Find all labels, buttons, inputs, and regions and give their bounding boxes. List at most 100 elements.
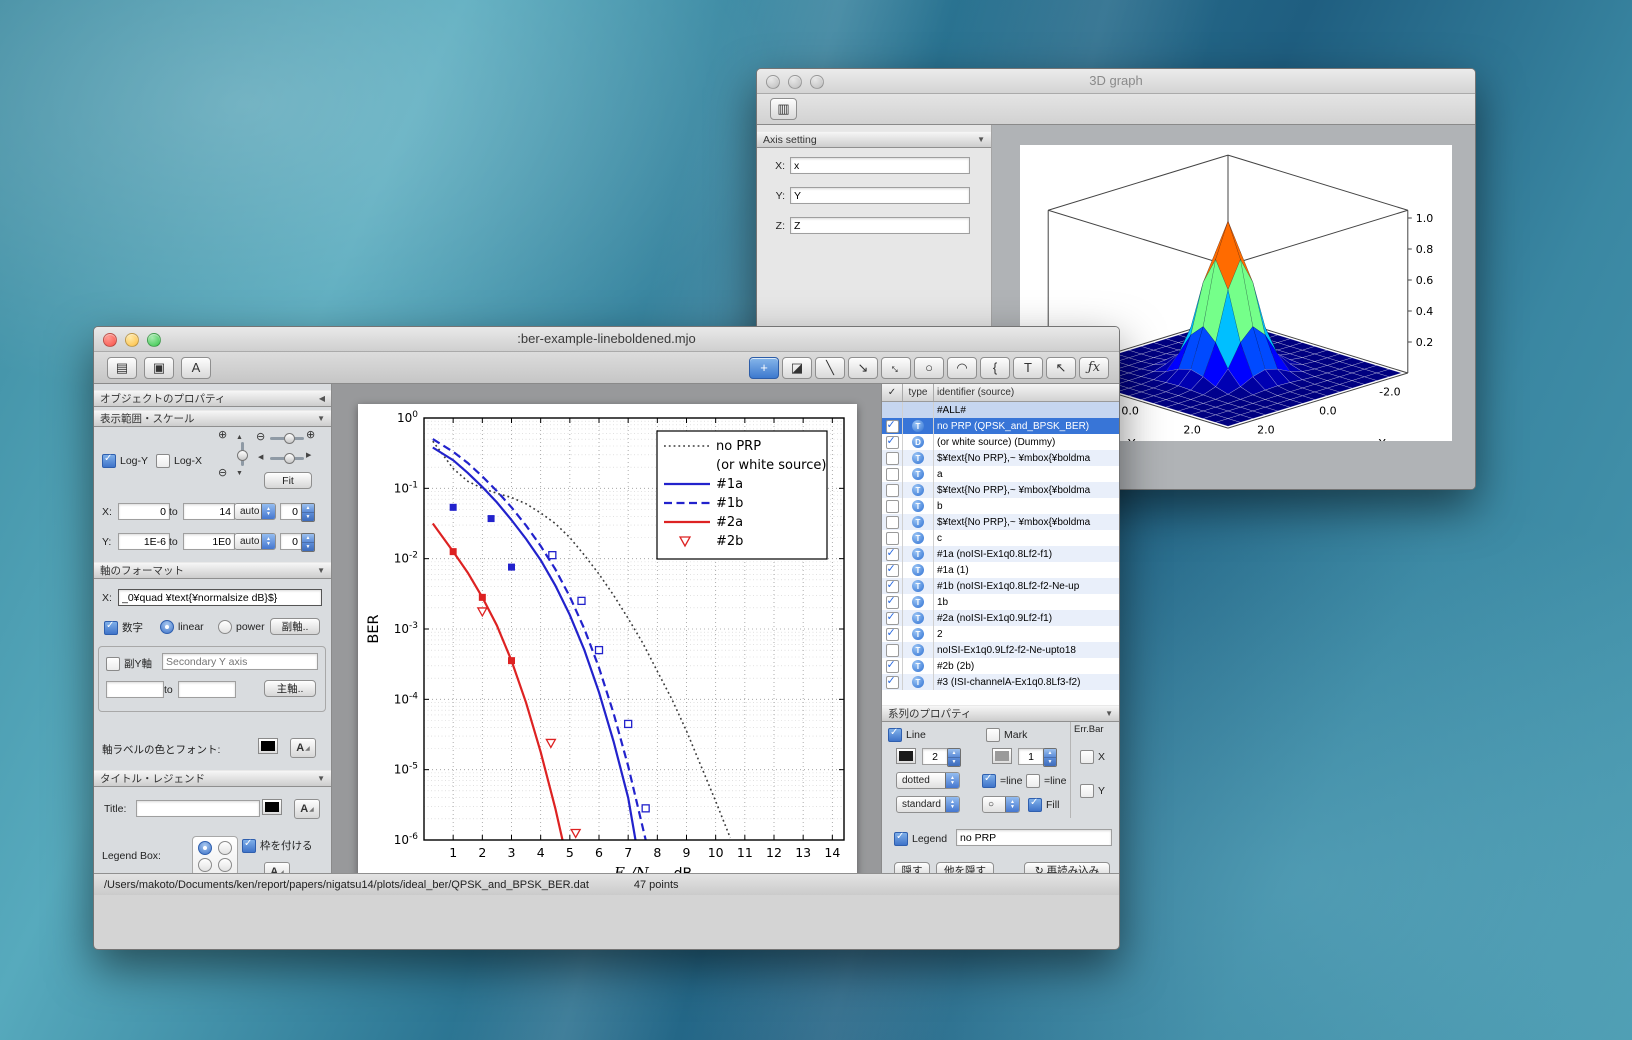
function-tool-button[interactable]: ƒx (1079, 356, 1109, 379)
series-visible-checkbox[interactable] (885, 594, 899, 609)
line-checkbox[interactable]: Line (888, 727, 926, 742)
axis-setting-header[interactable]: Axis setting ▼ (757, 131, 991, 148)
fit-button[interactable]: Fit (264, 472, 312, 489)
x-scale-popup[interactable]: auto (234, 503, 276, 520)
series-visible-checkbox[interactable] (885, 546, 899, 561)
log-y-checkbox[interactable]: Log-Y (102, 453, 148, 468)
slider-handle[interactable] (237, 450, 248, 462)
line-width-input[interactable] (922, 748, 948, 765)
section-range-scale[interactable]: 表示範囲・スケール ▼ (94, 410, 331, 427)
table-row[interactable]: T $¥text{No PRP},~ ¥mbox{¥boldma (882, 514, 1119, 530)
line-color-well[interactable] (896, 748, 916, 764)
slider-handle[interactable] (283, 433, 295, 444)
series-visible-checkbox[interactable] (885, 578, 899, 593)
panel-toggle-button[interactable]: ▥ (770, 98, 797, 120)
table-row[interactable]: Tc (882, 530, 1119, 546)
line-color-eq-checkbox[interactable]: =line (982, 773, 1022, 788)
graph-canvas-area[interactable]: 1 2 3 4 5 6 7 8 9 10 11 12 13 14 100 10-1 10-2 10-3 10-4 10… (332, 384, 881, 873)
brace-tool-button[interactable]: { (980, 356, 1010, 379)
duplicate-button[interactable]: ▣ (144, 356, 174, 379)
select-tool-button[interactable]: ↖ (1046, 356, 1076, 379)
mark-checkbox[interactable]: Mark (986, 728, 1027, 742)
close-button[interactable] (103, 333, 117, 347)
table-row[interactable]: T $¥text{No PRP},~ ¥mbox{¥boldma (882, 482, 1119, 498)
series-visible-checkbox[interactable] (885, 562, 899, 577)
table-row[interactable]: T #2b (2b) (882, 658, 1119, 674)
secondary-y-input[interactable] (162, 653, 318, 670)
sub-axis-button[interactable]: 副軸.. (270, 618, 320, 635)
series-visible-checkbox[interactable] (885, 674, 899, 689)
series-visible-checkbox[interactable] (885, 626, 899, 641)
power-radio[interactable]: power (218, 620, 265, 634)
errbar-x-checkbox[interactable]: X (1080, 750, 1105, 764)
pan-right-button[interactable]: ▶ (306, 450, 311, 461)
table-row[interactable]: T #1b (noISI-Ex1q0.8Lf2-f2-Ne-up (882, 578, 1119, 594)
series-visible-checkbox[interactable] (885, 515, 899, 529)
legend-checkbox[interactable]: Legend (894, 831, 947, 846)
hide-button[interactable]: 隠す (894, 862, 930, 873)
section-object-properties[interactable]: オブジェクトのプロパティ ◀ (94, 390, 331, 407)
x-axis-input[interactable] (790, 157, 970, 174)
line-style-popup[interactable]: dotted (896, 772, 960, 789)
y-zoom-slider[interactable] (237, 442, 248, 466)
disclosure-open-icon[interactable]: ▼ (977, 135, 985, 144)
series-visible-checkbox[interactable] (885, 643, 899, 657)
series-visible-checkbox[interactable] (885, 499, 899, 513)
table-row[interactable]: TnoISI-Ex1q0.9Lf2-f2-Ne-upto18 (882, 642, 1119, 658)
errbar-y-checkbox[interactable]: Y (1080, 784, 1105, 798)
series-visible-checkbox[interactable] (885, 483, 899, 497)
arc-tool-button[interactable]: ◠ (947, 356, 977, 379)
disclosure-closed-icon[interactable]: ◀ (319, 394, 325, 403)
line-tool-button[interactable]: ╲ (815, 356, 845, 379)
linear-radio[interactable]: linear (160, 620, 204, 634)
y-to-input[interactable] (183, 533, 235, 550)
legend-text-input[interactable] (956, 829, 1112, 846)
legend-frame-checkbox[interactable]: 枠を付ける (242, 838, 313, 853)
table-row[interactable]: T2 (882, 626, 1119, 642)
title-color-well[interactable] (262, 799, 282, 815)
minimize-button[interactable] (125, 333, 139, 347)
z-axis-input[interactable] (790, 217, 970, 234)
table-row[interactable]: T #3 (ISI-channelA-Ex1q0.8Lf3-f2) (882, 674, 1119, 690)
y-extra-stepper[interactable] (301, 533, 315, 552)
zoom-button[interactable] (147, 333, 161, 347)
pan-down-button[interactable]: ▼ (236, 468, 243, 479)
secondary-y-checkbox[interactable]: 副Y軸 (106, 656, 152, 671)
pan-slider[interactable] (270, 453, 304, 464)
log-x-checkbox[interactable]: Log-X (156, 454, 202, 468)
zoom-button[interactable] (810, 75, 824, 89)
table-row[interactable]: T #2a (noISI-Ex1q0.9Lf2-f1) (882, 610, 1119, 626)
disclosure-open-icon[interactable]: ▼ (317, 414, 325, 423)
x-from-input[interactable] (118, 503, 170, 520)
zoom-in-x-button[interactable]: ⊕ (306, 430, 315, 441)
y-from-input[interactable] (118, 533, 170, 550)
sidebar-toggle-button[interactable]: ▤ (107, 356, 137, 379)
y-scale-popup[interactable]: auto (234, 533, 276, 550)
legend-font-button[interactable]: A ◢ (264, 862, 290, 873)
title-input[interactable] (136, 800, 260, 817)
double-arrow-tool-button[interactable]: ↔ (881, 356, 911, 379)
table-row[interactable]: #ALL# (882, 402, 1119, 418)
x-to-input[interactable] (183, 503, 235, 520)
mark-size-input[interactable] (1018, 748, 1044, 765)
x-extra-input[interactable] (280, 503, 302, 520)
x-zoom-slider[interactable] (270, 433, 304, 444)
x-extra-stepper[interactable] (301, 503, 315, 522)
pan-left-button[interactable]: ◀ (258, 452, 263, 463)
axis-label-font-button[interactable]: A ◢ (290, 738, 316, 758)
mark-color-well[interactable] (992, 748, 1012, 764)
legend-pos-bottom-left-radio[interactable] (198, 858, 212, 872)
table-row[interactable]: Tb (882, 498, 1119, 514)
series-visible-checkbox[interactable] (885, 418, 899, 433)
legend-pos-bottom-right-radio[interactable] (218, 858, 232, 872)
reload-button[interactable]: ↻ 再読み込み (1024, 862, 1110, 873)
mark-size-stepper[interactable] (1043, 748, 1057, 767)
section-title-legend[interactable]: タイトル・レジェンド ▼ (94, 770, 331, 787)
table-row[interactable]: T #1a (1) (882, 562, 1119, 578)
table-row[interactable]: Tno PRP (QPSK_and_BPSK_BER) (882, 418, 1119, 434)
disclosure-open-icon[interactable]: ▼ (1105, 709, 1113, 718)
table-row[interactable]: T 1b (882, 594, 1119, 610)
line-cap-popup[interactable]: standard (896, 796, 960, 813)
eraser-tool-button[interactable]: ◪ (782, 356, 812, 379)
series-visible-checkbox[interactable] (885, 434, 899, 449)
